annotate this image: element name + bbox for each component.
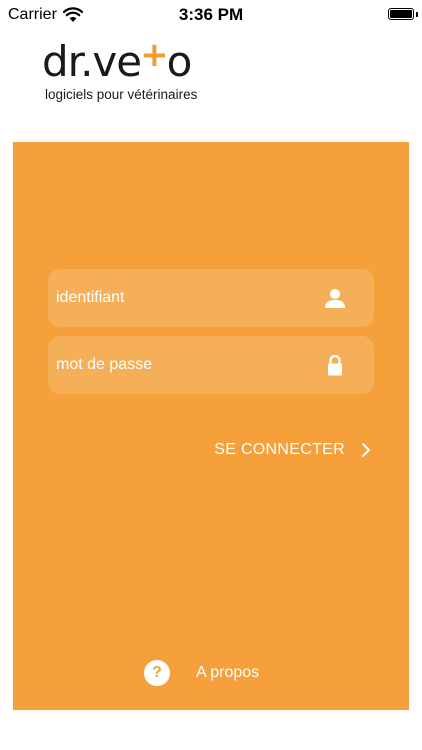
connect-label: SE CONNECTER: [214, 441, 345, 458]
about-link[interactable]: ? A propos: [144, 660, 259, 686]
connect-button[interactable]: SE CONNECTER: [214, 441, 371, 459]
about-label: A propos: [196, 664, 260, 681]
logo-cross-icon: +: [140, 35, 168, 75]
logo-wordmark: dr.ve + o: [42, 35, 197, 89]
user-icon: [324, 287, 346, 309]
chevron-right-icon: [362, 443, 370, 457]
password-input[interactable]: [56, 356, 324, 374]
help-icon: ?: [144, 660, 170, 686]
clock: 3:36 PM: [178, 5, 244, 24]
logo-tagline: logiciels pour vétérinaires: [45, 87, 198, 102]
password-field-container[interactable]: [48, 336, 374, 394]
logo-text-left: dr.ve: [42, 37, 142, 86]
logo: dr.ve + o logiciels pour vétérinaires: [42, 35, 198, 102]
username-input[interactable]: [56, 289, 324, 307]
username-field-container[interactable]: [48, 269, 374, 327]
status-bar: Carrier 3:36 PM: [0, 0, 422, 30]
battery-icon: [388, 8, 418, 20]
lock-icon: [324, 354, 346, 376]
logo-text-right: o: [166, 37, 193, 86]
login-panel: SE CONNECTER ? A propos: [13, 142, 409, 710]
